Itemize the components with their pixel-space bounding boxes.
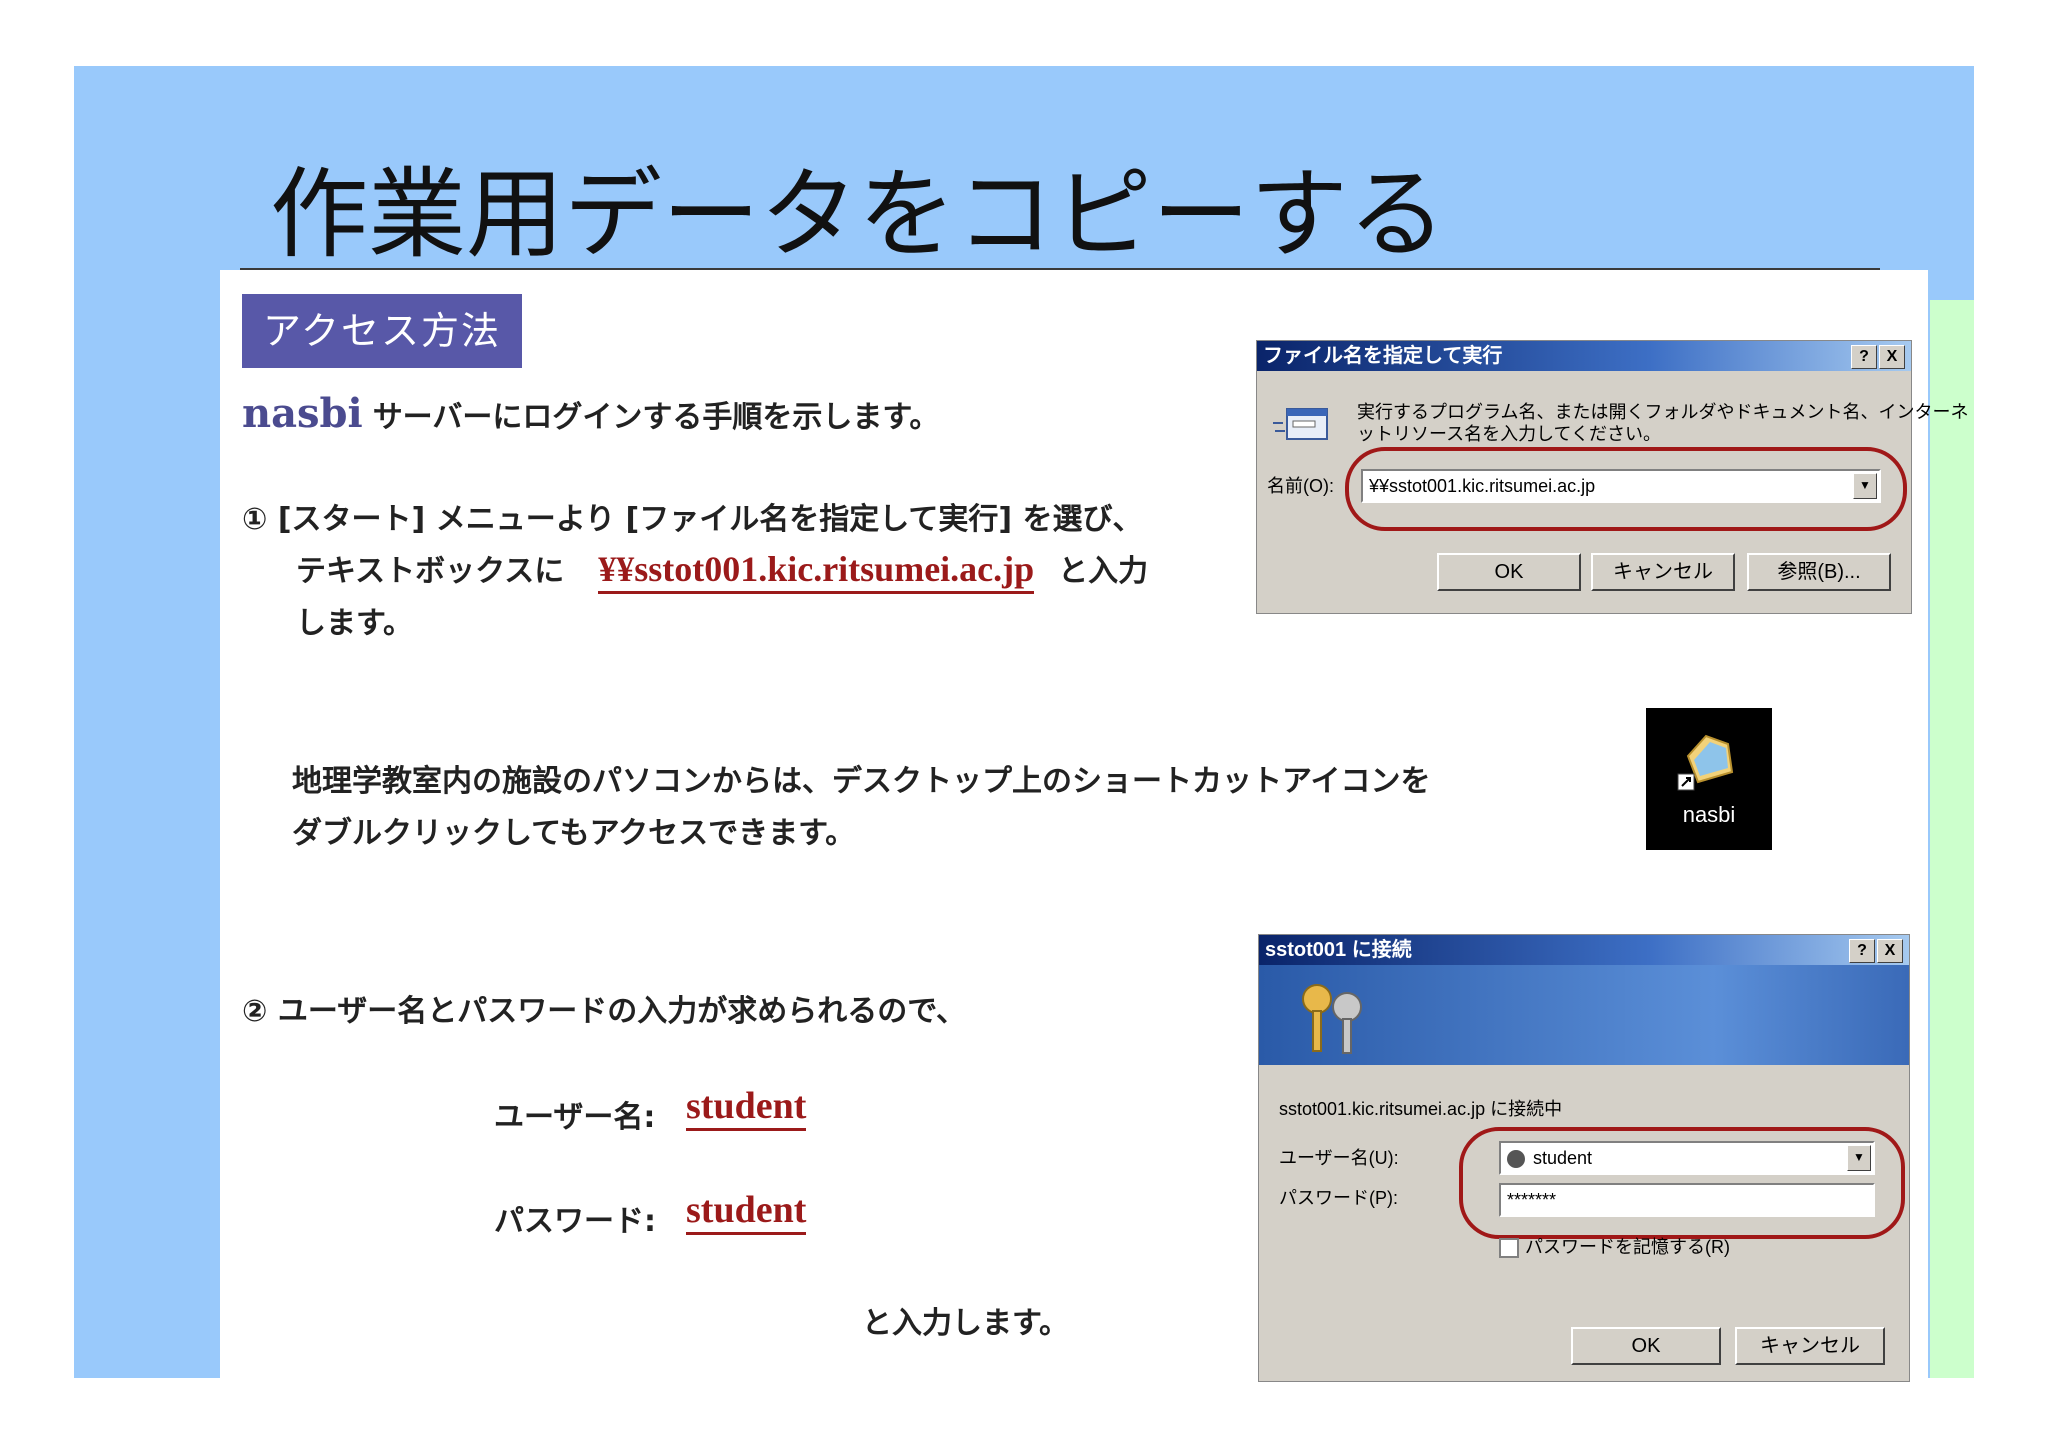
slide-accent-band: [1930, 300, 1974, 1378]
remember-label: パスワードを記憶する(R): [1525, 1237, 1730, 1257]
step2-line: ② ユーザー名とパスワードの入力が求められるので、: [242, 994, 967, 1029]
ok-button[interactable]: OK: [1571, 1327, 1721, 1365]
run-icon: [1273, 408, 1328, 440]
step1-suffix: と入力: [1058, 554, 1149, 589]
intro-text: サーバーにログインする手順を示します。: [372, 400, 940, 435]
intro-line: nasbi サーバーにログインする手順を示します。: [242, 390, 939, 437]
password-value: student: [686, 1188, 807, 1235]
cancel-button[interactable]: キャンセル: [1735, 1327, 1885, 1365]
connecting-text: sstot001.kic.ritsumei.ac.jp に接続中: [1279, 1099, 1563, 1119]
run-dialog-titlebar: ファイル名を指定して実行: [1257, 341, 1911, 371]
nasbi-shortcut[interactable]: nasbi: [1646, 708, 1772, 850]
run-dialog: ファイル名を指定して実行 ? X 実行するプログラム名、または開くフォルダやドキ…: [1256, 340, 1968, 614]
step1-prefix: テキストボックスに: [296, 554, 565, 589]
highlight-ring: [1345, 447, 1907, 531]
remember-row: パスワードを記憶する(R): [1499, 1235, 1730, 1259]
step1-line3: します。: [296, 606, 413, 641]
section-badge: アクセス方法: [242, 294, 522, 368]
highlight-ring: [1459, 1127, 1905, 1239]
desktop-note-line1: 地理学教室内の施設のパソコンからは、デスクトップ上のショートカットアイコンを: [292, 764, 1431, 799]
shortcut-label: nasbi: [1682, 802, 1736, 827]
password-label: パスワード:: [494, 1204, 656, 1239]
server-name: nasbi: [242, 390, 363, 437]
connect-banner: [1259, 965, 1909, 1065]
name-label: 名前(O):: [1267, 476, 1334, 496]
step1-line1: ① [スタート] メニューより [ファイル名を指定して実行] を選び、: [242, 502, 1143, 537]
server-path: ¥¥sstot001.kic.ritsumei.ac.jp: [598, 549, 1035, 594]
enter-note: と入力します。: [862, 1306, 1069, 1341]
username-value: student: [686, 1084, 807, 1131]
help-button[interactable]: ?: [1851, 345, 1877, 369]
browse-button[interactable]: 参照(B)...: [1747, 553, 1891, 591]
cancel-button[interactable]: キャンセル: [1591, 553, 1735, 591]
close-button[interactable]: X: [1877, 939, 1903, 963]
network-folder-icon: [1677, 734, 1734, 791]
connect-dialog: sstot001 に接続 ? X sstot001.kic.ritsumei.a…: [1258, 934, 1910, 1382]
desktop-note-line2: ダブルクリックしてもアクセスできます。: [292, 816, 856, 851]
username-field-label: ユーザー名(U):: [1279, 1148, 1399, 1168]
username-label: ユーザー名:: [494, 1100, 656, 1135]
keys-icon: [1302, 984, 1362, 1054]
step1-line2: テキストボックスに ¥¥sstot001.kic.ritsumei.ac.jp と入…: [296, 546, 1149, 594]
slide-title: 作業用データをコピーする: [270, 158, 1447, 272]
run-description-1: 実行するプログラム名、または開くフォルダやドキュメント名、インターネ: [1357, 402, 1969, 422]
ok-button[interactable]: OK: [1437, 553, 1581, 591]
close-button[interactable]: X: [1879, 345, 1905, 369]
connect-dialog-titlebar: sstot001 に接続: [1259, 935, 1909, 965]
run-description-2: ットリソース名を入力してください。: [1357, 424, 1662, 444]
help-button[interactable]: ?: [1849, 939, 1875, 963]
password-field-label: パスワード(P):: [1279, 1188, 1398, 1208]
remember-checkbox[interactable]: [1499, 1238, 1519, 1259]
